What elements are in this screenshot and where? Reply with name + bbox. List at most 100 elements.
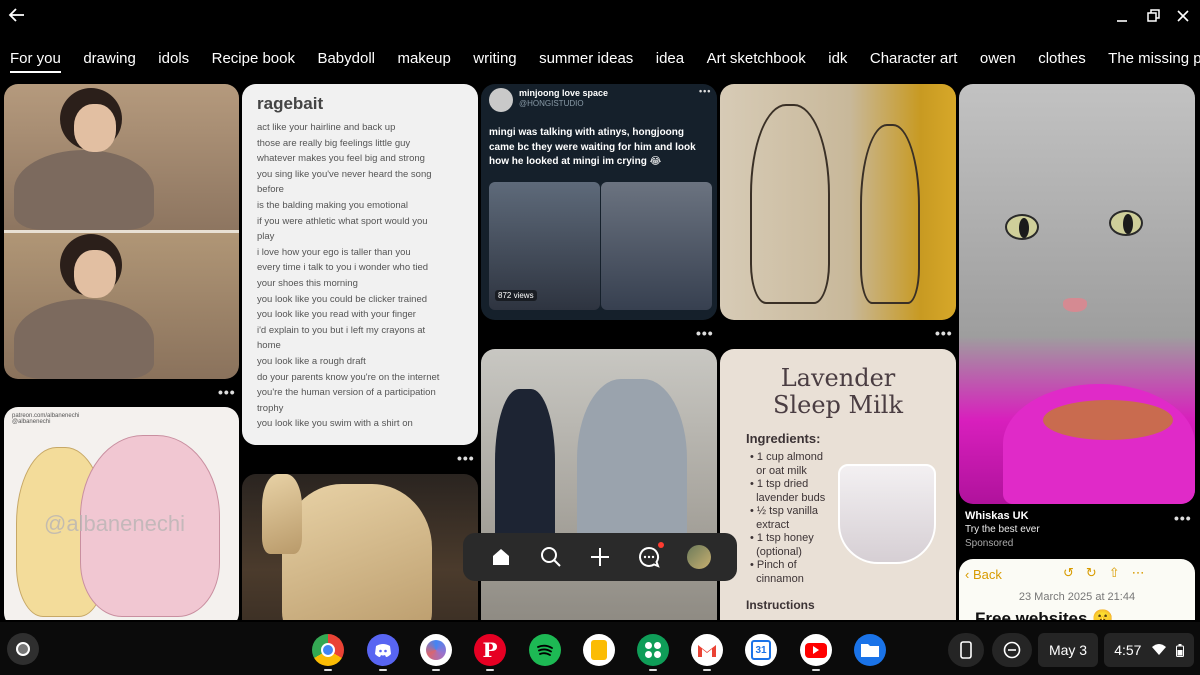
status-tray[interactable]: 4:57 — [1104, 633, 1194, 667]
ragebait-line: do your parents know you're on the inter… — [257, 371, 440, 383]
ragebait-line: you sing like you've never heard the son… — [257, 168, 432, 180]
notes-heading: Free websites 🤫 — [975, 609, 1114, 620]
milk-cup — [838, 464, 936, 564]
home-icon[interactable] — [489, 545, 513, 569]
tweet-photo-right — [601, 182, 712, 310]
pin-tweet-screenshot[interactable]: minjoong love space @HONGISTUDIO ••• min… — [481, 84, 717, 320]
pin-figure-sketch[interactable]: patreon.com/albanenechi @albanenechi @al… — [4, 407, 239, 620]
notes-toolbar-icons: ↺↻⇧⋯ — [1063, 565, 1157, 580]
app-running-indicator — [649, 669, 657, 671]
pin-piano-photo[interactable] — [4, 84, 239, 379]
ingredient-line: • Pinch of — [750, 559, 797, 571]
ingredient-line: • ½ tsp vanilla — [750, 505, 819, 517]
spotify-app-icon[interactable] — [529, 634, 561, 666]
ragebait-line: you look like you swim with a shirt on — [257, 418, 413, 430]
date-tray[interactable]: May 3 — [1038, 633, 1098, 667]
ragebait-line: you're the human version of a participat… — [257, 387, 436, 399]
person-face — [74, 104, 116, 152]
gemini-app-icon[interactable] — [420, 634, 452, 666]
clock-time: 4:57 — [1114, 642, 1142, 658]
do-not-disturb-icon[interactable] — [992, 633, 1032, 667]
pin-more-icon[interactable]: ••• — [1174, 510, 1192, 526]
calendar-app-icon[interactable]: 31 — [745, 634, 777, 666]
youtube-app-icon[interactable] — [800, 634, 832, 666]
pin-lavender-recipe[interactable]: Lavender Sleep Milk Ingredients: • 1 cup… — [720, 349, 956, 620]
tab-idols[interactable]: idols — [158, 50, 189, 71]
ingredient-line: cinnamon — [750, 572, 804, 585]
ragebait-line: before — [257, 184, 284, 196]
tab-drawing[interactable]: drawing — [83, 50, 136, 71]
tab-the-missing-peice[interactable]: The missing peice — [1108, 50, 1200, 71]
plus-icon[interactable] — [588, 545, 612, 569]
sketch-watermark: @albanenechi — [44, 511, 185, 536]
cat-food — [1043, 400, 1173, 440]
pin-more-icon[interactable]: ••• — [935, 325, 953, 341]
ingredient-line: lavender buds — [750, 491, 826, 504]
ragebait-line: those are really big feelings little guy — [257, 137, 411, 149]
sheets-app-icon[interactable] — [637, 634, 669, 666]
ragebait-line: whatever makes you feel big and strong — [257, 153, 425, 165]
tab-owen[interactable]: owen — [980, 50, 1016, 71]
tab-summer-ideas[interactable]: summer ideas — [539, 50, 633, 71]
phone-hub-icon[interactable] — [948, 633, 984, 667]
sketch-credit-handle: @albanenechi — [12, 419, 51, 425]
pin-statue-photo[interactable] — [242, 474, 478, 620]
ragebait-line: home — [257, 340, 281, 352]
ingredients-list: • 1 cup almond or oat milk • 1 tsp dried … — [750, 451, 840, 586]
maximize-icon[interactable] — [1143, 6, 1163, 26]
tab-makeup[interactable]: makeup — [397, 50, 450, 71]
launcher-button[interactable] — [7, 633, 39, 665]
profile-avatar[interactable] — [687, 545, 711, 569]
person-face — [74, 250, 116, 298]
pin-notes-screenshot[interactable]: ‹ Back ↺↻⇧⋯ 23 March 2025 at 21:44 Free … — [959, 559, 1195, 620]
pin-more-icon[interactable]: ••• — [696, 325, 714, 341]
ingredients-label: Ingredients: — [746, 431, 821, 446]
statue-shape — [282, 484, 432, 620]
minimize-icon[interactable] — [1112, 6, 1132, 26]
app-running-indicator — [432, 669, 440, 671]
messages-icon[interactable] — [637, 545, 661, 569]
tweet-views: 872 views — [495, 290, 537, 301]
pin-more-icon[interactable]: ••• — [457, 450, 475, 466]
tab-recipe-book[interactable]: Recipe book — [212, 50, 295, 71]
tab-art-sketchbook[interactable]: Art sketchbook — [707, 50, 806, 71]
files-app-icon[interactable] — [854, 634, 886, 666]
tab-writing[interactable]: writing — [473, 50, 516, 71]
pin-figure-drawing[interactable] — [720, 84, 956, 320]
tweet-author-handle: @HONGISTUDIO — [519, 99, 584, 108]
tweet-more-icon: ••• — [699, 86, 712, 96]
tab-for-you[interactable]: For you — [10, 50, 61, 73]
ragebait-line: you look like a rough draft — [257, 355, 366, 367]
pin-whiskas-ad[interactable] — [959, 84, 1195, 504]
back-arrow-icon[interactable] — [6, 4, 28, 26]
battery-icon — [1175, 643, 1184, 657]
recipe-title: Lavender Sleep Milk — [720, 365, 956, 419]
discord-app-icon[interactable] — [367, 634, 399, 666]
tab-character-art[interactable]: Character art — [870, 50, 958, 71]
tab-idea[interactable]: idea — [656, 50, 684, 71]
ragebait-line: play — [257, 231, 275, 243]
keep-app-icon[interactable] — [583, 634, 615, 666]
cat-eye-left — [1005, 214, 1039, 240]
close-icon[interactable] — [1173, 6, 1193, 26]
chrome-app-icon[interactable] — [312, 634, 344, 666]
sketch-credit: patreon.com/albanenechi @albanenechi — [12, 413, 79, 425]
tab-idk[interactable]: idk — [828, 50, 847, 71]
launcher-icon — [16, 642, 30, 656]
search-icon[interactable] — [539, 545, 563, 569]
ingredient-line: or oat milk — [750, 464, 807, 477]
pin-ragebait-list[interactable]: ragebait act like your hairline and back… — [242, 84, 478, 445]
tab-clothes[interactable]: clothes — [1038, 50, 1086, 71]
ragebait-line: i'd explain to you but i left my crayons… — [257, 324, 426, 336]
tab-babydoll[interactable]: Babydoll — [317, 50, 375, 71]
recipe-title-line2: Sleep Milk — [773, 391, 903, 419]
gmail-app-icon[interactable] — [691, 634, 723, 666]
ad-advertiser[interactable]: Whiskas UK — [965, 510, 1029, 522]
pin-more-icon[interactable]: ••• — [218, 384, 236, 400]
tweet-text: mingi was talking with atinys, hongjoong… — [489, 127, 696, 167]
window-titlebar — [0, 0, 1200, 32]
app-running-indicator — [812, 669, 820, 671]
ingredient-line: (optional) — [750, 545, 802, 558]
pinterest-app-icon[interactable]: P — [474, 634, 506, 666]
ad-subtitle: Try the best ever — [965, 524, 1040, 535]
